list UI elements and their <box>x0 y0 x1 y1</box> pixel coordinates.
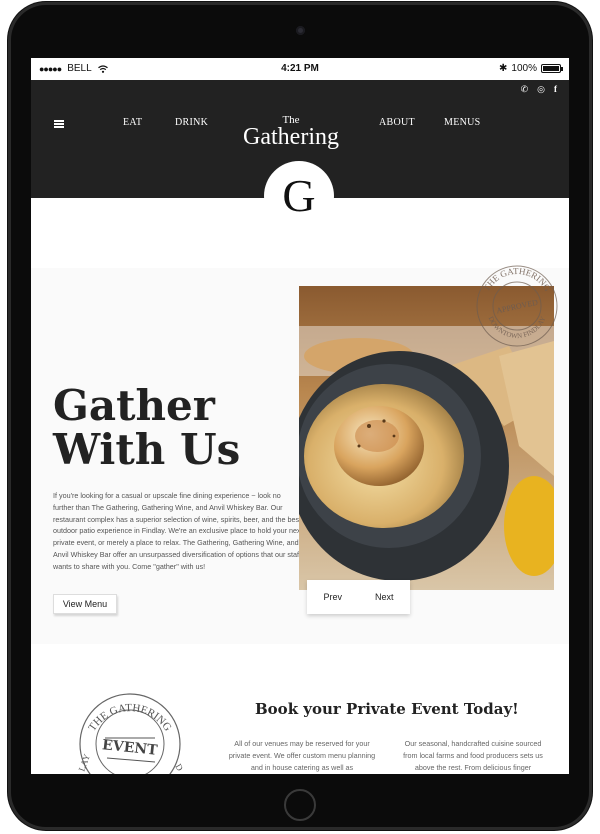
brand-name: Gathering <box>243 124 339 150</box>
nav-link-about[interactable]: ABOUT <box>379 117 415 128</box>
hero-title: Gather With Us <box>53 384 313 472</box>
battery-percent: 100% <box>511 63 537 74</box>
hero-title-line2: With Us <box>53 425 241 474</box>
stamp-top-text: THE GATHERING <box>481 266 553 293</box>
hero-title-line1: Gather <box>53 381 215 430</box>
home-button[interactable] <box>284 789 316 821</box>
phone-icon[interactable]: ✆ <box>521 84 529 95</box>
hamburger-menu-icon[interactable] <box>54 120 64 128</box>
view-menu-button[interactable]: View Menu <box>53 594 117 614</box>
brand-logo[interactable]: The Gathering <box>231 115 351 150</box>
facebook-icon[interactable]: f <box>554 84 557 95</box>
next-button[interactable]: Next <box>359 580 411 614</box>
social-links: ✆ ◎ f <box>521 84 557 95</box>
event-stamp-center-text: EVENT <box>101 737 158 759</box>
venues-paragraph: All of our venues may be reserved for yo… <box>228 739 376 772</box>
hero-description: If you're looking for a casual or upscal… <box>53 491 303 571</box>
instagram-icon[interactable]: ◎ <box>537 84 545 95</box>
status-bar: ●●●●● BELL 4:21 PM ✱ 100% <box>31 58 569 80</box>
nav-link-eat[interactable]: EAT <box>123 117 142 128</box>
battery-fill <box>543 66 559 71</box>
event-stamp-left-text: LAY <box>76 752 92 772</box>
cuisine-paragraph: Our seasonal, handcrafted cuisine source… <box>403 739 543 772</box>
private-event-heading: Book your Private Event Today! <box>255 700 519 718</box>
battery-icon <box>541 64 563 73</box>
approved-stamp: THE GATHERING DOWNTOWN FINDLAY APPROVED <box>476 265 558 347</box>
screen: ●●●●● BELL 4:21 PM ✱ 100% ✆ ◎ f EAT DRIN… <box>31 58 569 774</box>
g-logo-badge[interactable]: G <box>264 161 334 231</box>
nav-link-menus[interactable]: MENUS <box>444 117 481 128</box>
slider-nav: Prev Next <box>307 580 410 614</box>
event-stamp-top-text: THE GATHERING <box>86 702 173 734</box>
event-stamp: THE GATHERING EVENT LAY D <box>76 693 185 774</box>
event-stamp-right-text: D <box>173 762 185 773</box>
status-time: 4:21 PM <box>281 63 319 74</box>
nav-link-drink[interactable]: DRINK <box>175 117 208 128</box>
bluetooth-icon: ✱ <box>499 63 508 74</box>
stamp-bottom-text: DOWNTOWN FINDLAY <box>487 315 548 340</box>
tablet-device: ●●●●● BELL 4:21 PM ✱ 100% ✆ ◎ f EAT DRIN… <box>0 0 600 834</box>
stamp-center-text: APPROVED <box>496 298 539 316</box>
front-camera <box>296 26 305 35</box>
prev-button[interactable]: Prev <box>307 580 359 614</box>
